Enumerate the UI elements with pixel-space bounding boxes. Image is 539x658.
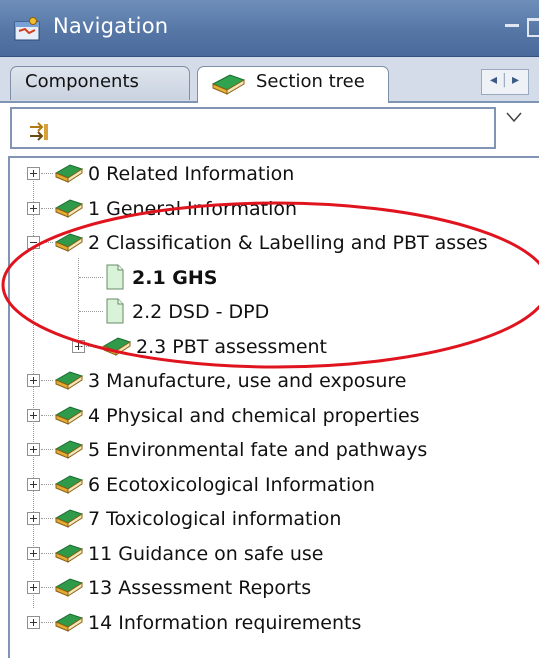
tree-item[interactable]: 5 Environmental fate and pathways [10,434,539,468]
section-tree: 0 Related Information 1 General Informati… [8,156,539,658]
tree-item-label: 1 General Information [88,197,298,220]
expand-icon[interactable] [27,512,40,525]
view-titlebar: Navigation [0,0,539,57]
tree-connector [41,414,53,416]
expand-icon[interactable] [27,374,40,387]
tree-item-label: 3 Manufacture, use and exposure [88,370,407,392]
scroll-left-icon[interactable]: ◂ [490,72,497,88]
tab-bar: Components Section tree ◂ | ▸ [0,57,539,103]
tree-item-label: 11 Guidance on safe use [88,542,324,565]
tree-item[interactable]: 0 Related Information [10,158,539,192]
toolbar-row [0,103,539,153]
tree-item[interactable]: 13 Assessment Reports [10,572,539,606]
tab-label: Components [25,71,139,92]
tree-item[interactable]: 6 Ecotoxicological Information [10,469,539,503]
book-icon [54,198,84,218]
tree-item[interactable]: 4 Physical and chemical properties [10,400,539,434]
expand-icon[interactable] [27,546,40,560]
tree-item[interactable]: 2.2 DSD - DPD [10,296,539,330]
scroll-right-icon[interactable]: ▸ [512,72,519,88]
expand-icon[interactable] [27,408,40,422]
view-title: Navigation [53,14,169,38]
tree-item-label: 2.1 GHS [132,266,218,289]
tree-item[interactable]: 2.3 PBT assessment [10,331,539,365]
tab-label: Section tree [256,71,365,92]
tree-item-label: 14 Information requirements [88,611,362,634]
tree-connector [79,345,103,347]
tree-connector [41,483,53,485]
filter-arrows-icon[interactable] [28,122,50,142]
maximize-icon[interactable] [527,18,539,37]
tree-connector [79,311,103,312]
tree-item[interactable]: 11 Guidance on safe use [10,538,539,572]
expand-icon[interactable] [27,615,40,629]
tree-item[interactable]: 2.1 GHS [10,262,539,296]
tree-item-label: 2.2 DSD - DPD [132,301,270,323]
book-icon [54,371,84,390]
book-icon [54,578,84,597]
tree-connector [41,242,53,243]
expand-icon[interactable] [27,581,40,594]
book-icon [54,509,84,528]
tab-components[interactable]: Components [10,66,190,100]
tree-connector [41,380,53,381]
expand-icon[interactable] [27,167,40,180]
expand-icon[interactable] [27,477,40,491]
tree-connector [41,587,53,588]
filter-box[interactable] [10,107,496,149]
separator: | [502,72,507,88]
page-icon [106,298,124,324]
tree-connector [41,518,53,519]
tree-item-label: 2 Classification & Labelling and PBT ass… [88,232,488,254]
tree-connector [41,207,53,209]
book-icon [54,164,84,183]
expand-icon[interactable] [27,201,40,215]
expand-icon[interactable] [27,443,40,456]
navigation-icon [14,17,40,41]
book-icon [211,74,246,95]
tree-item[interactable]: 14 Information requirements [10,607,539,641]
tree-item-label: 0 Related Information [88,163,295,185]
book-icon [54,474,84,494]
tree-item-label: 13 Assessment Reports [88,577,312,599]
tree-connector [41,621,53,623]
book-icon [54,612,84,632]
tree-connector [41,449,53,450]
tree-item-label: 6 Ecotoxicological Information [88,473,375,496]
book-icon [54,440,84,459]
tree-connector [41,173,53,174]
tree-item[interactable]: 1 General Information [10,193,539,227]
tree-item[interactable]: 2 Classification & Labelling and PBT ass… [10,227,539,261]
book-icon [54,405,84,425]
tree-item-label: 5 Environmental fate and pathways [88,439,428,461]
tree-item[interactable]: 3 Manufacture, use and exposure [10,365,539,399]
tree-item-label: 2.3 PBT assessment [136,335,328,358]
book-icon [54,233,84,252]
tab-scroll-buttons[interactable]: ◂ | ▸ [481,69,529,95]
book-icon [102,336,132,356]
minimize-icon[interactable] [505,24,519,27]
tree-connector [79,276,103,278]
collapse-icon[interactable] [27,236,40,249]
tree-item[interactable]: 7 Toxicological information [10,503,539,537]
view-menu-icon[interactable] [506,111,522,123]
page-icon [106,264,124,289]
tree-item-label: 4 Physical and chemical properties [88,404,420,427]
book-icon [54,543,84,563]
tree-item-label: 7 Toxicological information [88,508,342,530]
tree-connector [41,552,53,554]
tab-section-tree[interactable]: Section tree [197,66,389,103]
